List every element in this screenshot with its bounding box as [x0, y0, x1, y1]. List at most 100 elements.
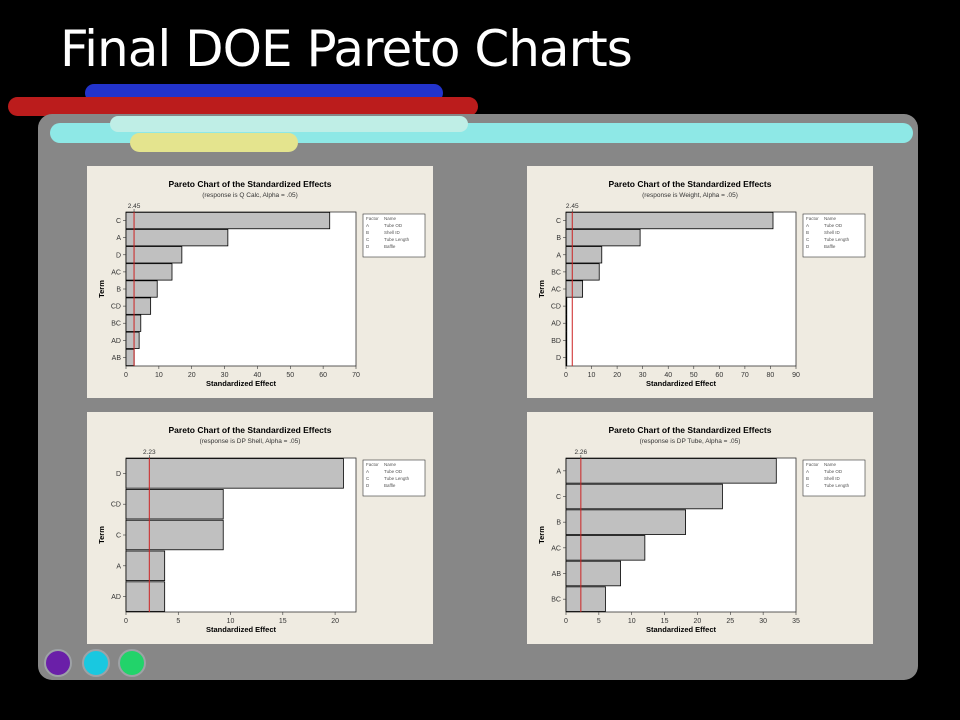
y-tick-label: C — [116, 533, 121, 540]
x-tick-label: 80 — [767, 372, 775, 379]
effect-bar — [125, 489, 224, 520]
legend-name: Baffle — [384, 244, 396, 249]
y-tick-label: D — [116, 471, 121, 478]
y-tick-label: AC — [551, 545, 561, 552]
chart-title: Pareto Chart of the Standardized Effects — [169, 425, 332, 435]
x-tick-label: 5 — [176, 618, 180, 625]
effect-bar — [565, 348, 568, 367]
x-tick-label: 20 — [188, 372, 196, 379]
chart-title: Pareto Chart of the Standardized Effects — [169, 179, 332, 189]
effect-bar — [125, 348, 135, 367]
x-tick-label: 40 — [664, 372, 672, 379]
effect-bar — [565, 229, 641, 247]
chart-title: Pareto Chart of the Standardized Effects — [609, 179, 772, 189]
decor-band-pale-cyan — [110, 116, 468, 132]
x-axis-label: Standardized Effect — [646, 379, 717, 388]
y-tick-label: A — [116, 235, 121, 242]
y-tick-label: C — [556, 218, 561, 225]
x-tick-label: 35 — [792, 618, 800, 625]
x-tick-label: 70 — [352, 372, 360, 379]
legend-name: Tube OD — [384, 223, 403, 228]
x-tick-label: 50 — [286, 372, 294, 379]
y-tick-label: BD — [551, 338, 561, 345]
legend-name: Tube OD — [824, 469, 843, 474]
x-tick-label: 10 — [227, 618, 235, 625]
effect-bar — [565, 297, 568, 315]
legend-factor: B — [366, 230, 369, 235]
pareto-chart-q-calc: Pareto Chart of the Standardized Effects… — [87, 166, 433, 398]
effect-bar — [565, 509, 686, 535]
y-tick-label: CD — [111, 304, 121, 311]
effect-bar — [565, 535, 646, 561]
x-tick-label: 10 — [628, 618, 636, 625]
legend-name: Shell ID — [824, 476, 841, 481]
effect-bar — [125, 229, 229, 247]
y-tick-label: B — [556, 520, 561, 527]
effect-bar — [125, 314, 142, 332]
legend-header: Name — [824, 462, 837, 467]
effect-bar — [565, 458, 777, 484]
x-axis-label: Standardized Effect — [206, 379, 277, 388]
y-tick-label: AB — [552, 571, 562, 578]
legend-factor: B — [806, 476, 809, 481]
y-tick-label: D — [556, 355, 561, 362]
legend-header: Factor — [806, 216, 819, 221]
effect-bar — [125, 297, 152, 315]
legend-factor: B — [806, 230, 809, 235]
legend-name: Tube Length — [384, 237, 410, 242]
x-tick-label: 15 — [279, 618, 287, 625]
x-tick-label: 0 — [564, 618, 568, 625]
x-axis-label: Standardized Effect — [646, 625, 717, 634]
y-axis-label: Term — [537, 526, 546, 544]
decor-band-yellow — [130, 133, 298, 152]
effect-bar — [565, 483, 723, 510]
y-tick-label: C — [556, 494, 561, 501]
effect-bar — [565, 560, 621, 587]
y-tick-label: AC — [111, 269, 121, 276]
chart-subtitle: (response is Q Calc, Alpha = .05) — [202, 192, 298, 199]
legend-header: Factor — [366, 216, 379, 221]
y-axis-label: Term — [97, 526, 106, 544]
reference-label: 2.23 — [143, 449, 156, 456]
legend-header: Factor — [806, 462, 819, 467]
chart-title: Pareto Chart of the Standardized Effects — [609, 425, 772, 435]
effect-bar — [565, 331, 568, 349]
x-tick-label: 70 — [741, 372, 749, 379]
y-tick-label: D — [116, 252, 121, 259]
x-tick-label: 0 — [124, 618, 128, 625]
y-axis-label: Term — [537, 280, 546, 298]
legend-name: Tube OD — [824, 223, 843, 228]
effect-bar — [125, 280, 158, 298]
legend-name: Shell ID — [384, 230, 401, 235]
effect-bar — [125, 550, 166, 581]
nav-dot-cyan — [82, 649, 110, 677]
x-tick-label: 10 — [588, 372, 596, 379]
legend-factor: A — [806, 223, 809, 228]
x-tick-label: 10 — [155, 372, 163, 379]
reference-label: 2.45 — [566, 203, 579, 210]
y-tick-label: CD — [111, 502, 121, 509]
effect-bar — [565, 586, 606, 612]
x-tick-label: 60 — [319, 372, 327, 379]
chart-subtitle: (response is Weight, Alpha = .05) — [642, 192, 738, 199]
legend-factor: A — [366, 223, 369, 228]
reference-label: 2.26 — [575, 449, 588, 456]
x-tick-label: 0 — [564, 372, 568, 379]
effect-bar — [565, 314, 568, 332]
x-tick-label: 60 — [715, 372, 723, 379]
legend-header: Name — [384, 216, 397, 221]
effect-bar — [565, 263, 600, 281]
legend-header: Name — [824, 216, 837, 221]
y-tick-label: BC — [111, 321, 121, 328]
y-tick-label: A — [556, 252, 561, 259]
legend-name: Tube Length — [824, 237, 850, 242]
y-tick-label: AB — [112, 355, 122, 362]
y-tick-label: A — [556, 468, 561, 475]
effect-bar — [125, 581, 166, 612]
y-tick-label: CD — [551, 304, 561, 311]
effect-bar — [565, 246, 603, 264]
x-tick-label: 20 — [331, 618, 339, 625]
legend-factor: A — [806, 469, 809, 474]
legend-name: Baffle — [384, 483, 396, 488]
reference-label: 2.45 — [128, 203, 141, 210]
